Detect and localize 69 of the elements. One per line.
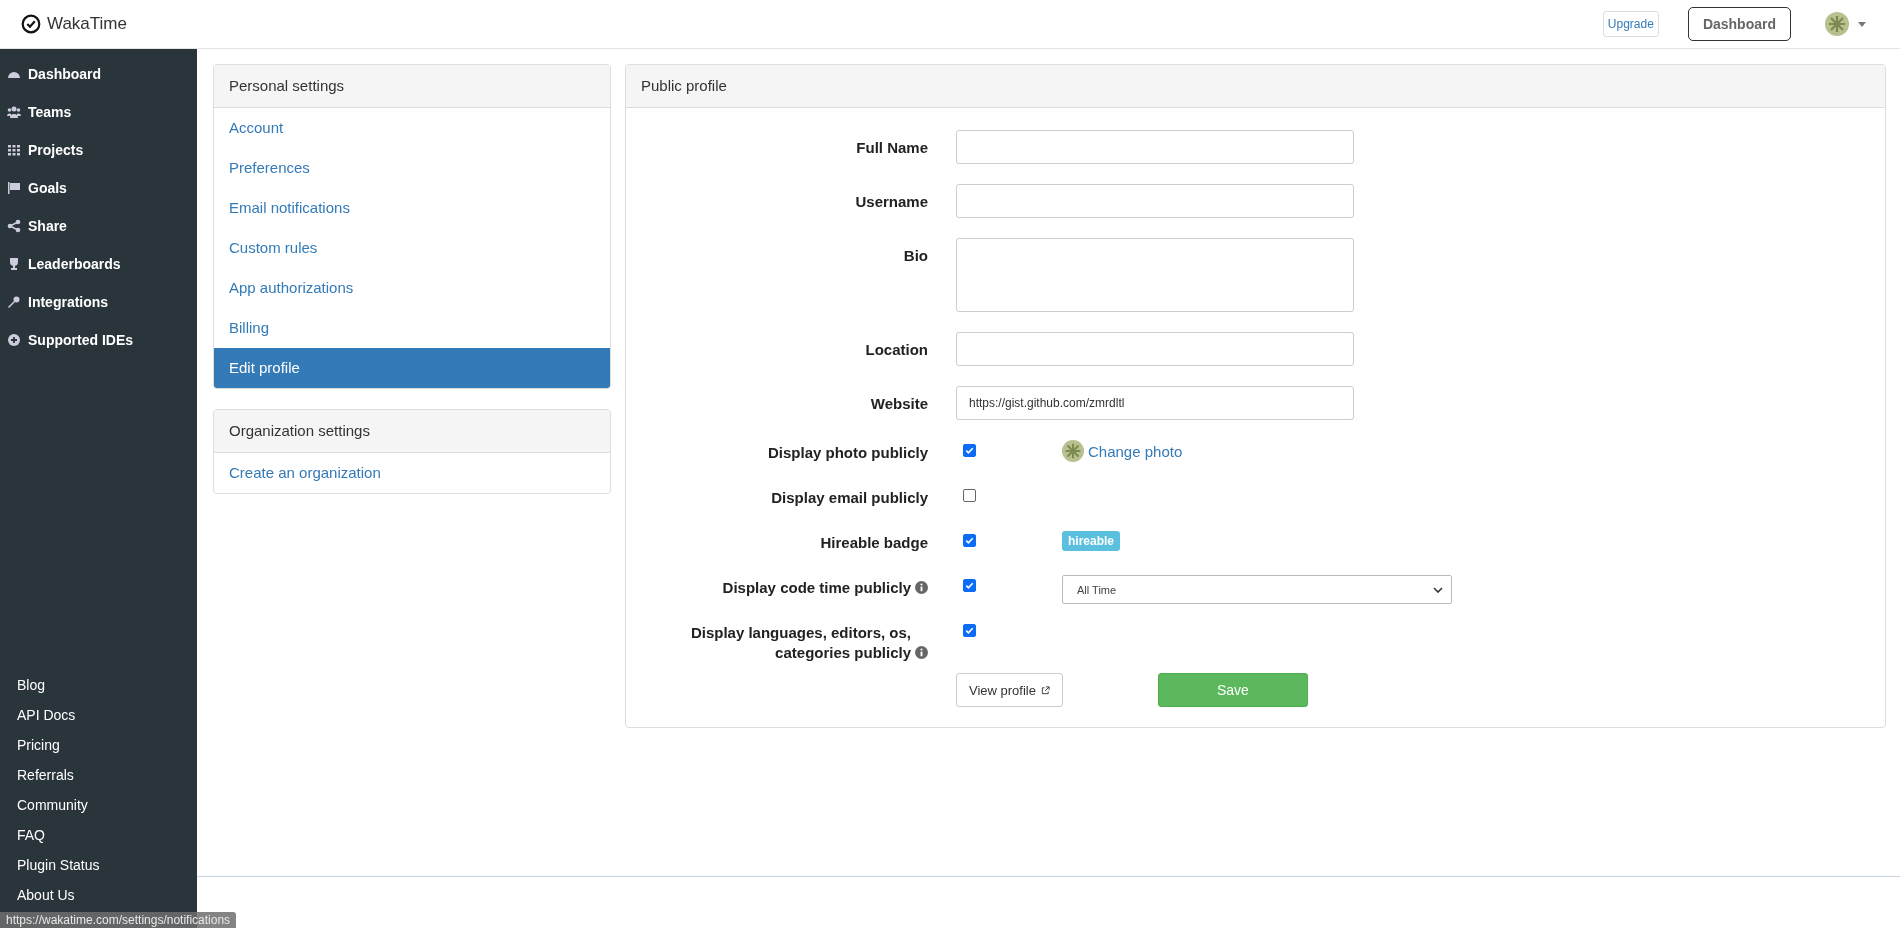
text-field[interactable]: https://gist.github.com/zmrdltl — [956, 386, 1354, 420]
sidebar-link[interactable]: Blog — [17, 670, 197, 700]
checkbox[interactable] — [963, 489, 976, 502]
sidebar-item[interactable]: Projects — [0, 131, 197, 169]
checkbox[interactable] — [963, 534, 976, 547]
status-url-tooltip: https://wakatime.com/settings/notifications — [0, 912, 237, 928]
field-label: Location — [864, 340, 928, 358]
sidebar-link[interactable]: Community — [17, 790, 197, 820]
option-label: Display languages, editors, os, categories publicly — [689, 623, 911, 663]
panel-heading: Organization settings — [214, 410, 610, 453]
text-field[interactable] — [956, 332, 1354, 366]
option-label: Display email publicly — [771, 488, 928, 508]
caret-icon[interactable] — [1858, 21, 1866, 27]
brand-name[interactable]: WakaTime — [47, 14, 127, 34]
field-label: Username — [854, 192, 928, 210]
text-field[interactable] — [956, 184, 1354, 218]
option-label: Hireable badge — [820, 533, 928, 553]
share-icon — [7, 219, 21, 233]
plus-circle-icon — [7, 333, 21, 347]
settings-menu-item[interactable]: Email notifications — [214, 188, 610, 228]
field-label: Full Name — [855, 138, 928, 156]
sidebar-item[interactable]: Share — [0, 207, 197, 245]
avatar-icon[interactable] — [1825, 12, 1849, 36]
time-range-dropdown[interactable]: All Time — [1062, 575, 1452, 604]
trophy-icon — [7, 257, 21, 271]
change-photo-link[interactable]: Change photo — [1088, 442, 1183, 460]
settings-menu-item[interactable]: App authorizations — [214, 268, 610, 308]
sidebar-link[interactable]: FAQ — [17, 820, 197, 850]
sidebar-link[interactable]: Plugin Status — [17, 850, 197, 880]
panel-heading: Public profile — [626, 65, 1885, 108]
sidebar-item[interactable]: Teams — [0, 93, 197, 131]
field-label: Bio — [902, 246, 928, 264]
option-label: Display code time publicly — [722, 578, 911, 598]
sidebar-item[interactable]: Integrations — [0, 283, 197, 321]
sidebar-link[interactable]: Pricing — [17, 730, 197, 760]
option-label: Display photo publicly — [768, 443, 928, 463]
info-icon[interactable] — [915, 646, 928, 659]
settings-menu-item[interactable]: Preferences — [214, 148, 610, 188]
field-label: Website — [869, 394, 928, 412]
text-field[interactable] — [956, 130, 1354, 164]
grid-icon — [7, 143, 21, 157]
checkbox[interactable] — [963, 624, 976, 637]
bio-field[interactable] — [956, 238, 1354, 312]
sidebar-item[interactable]: Dashboard — [0, 55, 197, 93]
settings-menu-item[interactable]: Create an organization — [214, 453, 610, 493]
avatar-icon — [1062, 440, 1084, 462]
settings-menu-item[interactable]: Billing — [214, 308, 610, 348]
logo-icon — [21, 14, 41, 34]
settings-menu-item[interactable]: Edit profile — [214, 348, 610, 388]
panel-heading: Personal settings — [214, 65, 610, 108]
info-icon[interactable] — [915, 581, 928, 594]
sidebar-link[interactable]: Referrals — [17, 760, 197, 790]
sidebar-link[interactable]: API Docs — [17, 700, 197, 730]
flag-icon — [7, 181, 21, 195]
checkbox[interactable] — [963, 579, 976, 592]
settings-menu-item[interactable]: Custom rules — [214, 228, 610, 268]
sidebar-item[interactable]: Leaderboards — [0, 245, 197, 283]
sidebar-link[interactable]: About Us — [17, 880, 197, 910]
chevron-down-icon — [1433, 586, 1443, 593]
hireable-tag: hireable — [1062, 531, 1121, 551]
view-profile-button[interactable]: View profile — [956, 673, 1063, 707]
checkbox[interactable] — [963, 444, 976, 457]
sidebar-item[interactable]: Supported IDEs — [0, 321, 197, 359]
dashboard-button[interactable]: Dashboard — [1687, 7, 1791, 41]
people-icon — [7, 105, 21, 119]
upgrade-button[interactable]: Upgrade — [1602, 11, 1659, 37]
settings-menu-item[interactable]: Account — [214, 108, 610, 148]
sidebar-item[interactable]: Goals — [0, 169, 197, 207]
external-link-icon — [1040, 685, 1050, 695]
